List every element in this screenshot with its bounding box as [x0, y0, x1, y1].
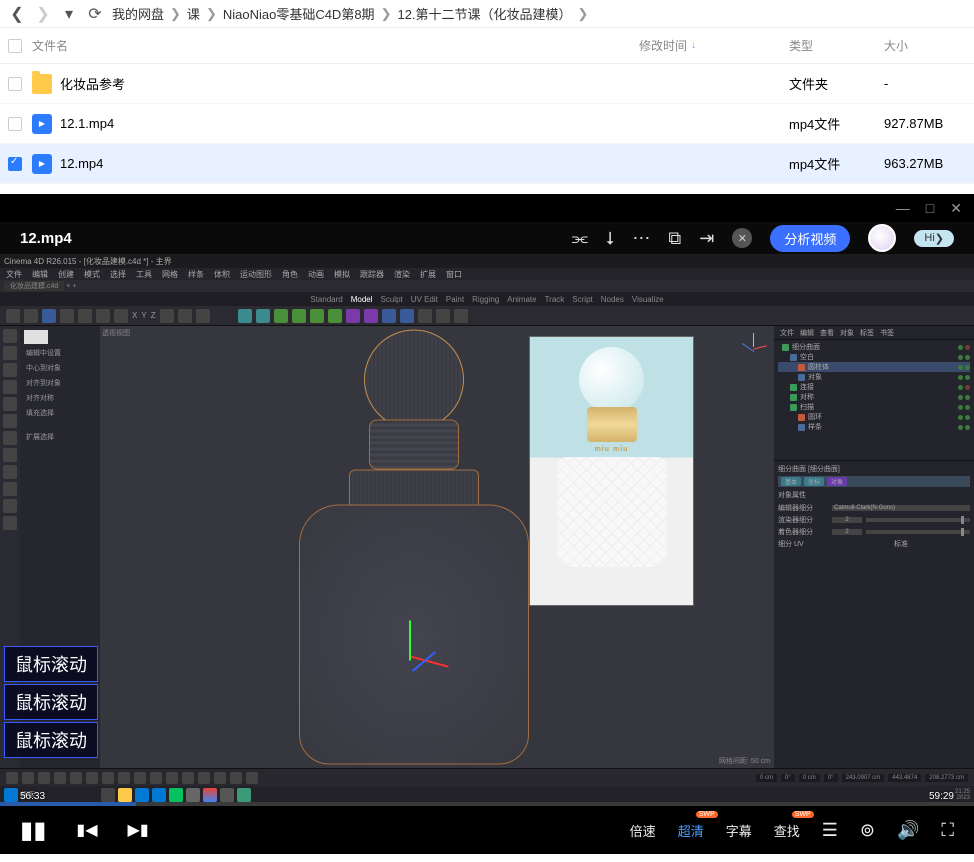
crumb-3[interactable]: 12.第十二节课（化妆品建模） [397, 4, 571, 23]
chevron-right-icon: ❯ [381, 6, 392, 22]
fullscreen-icon[interactable]: ⛶ [941, 820, 954, 841]
video-icon [32, 114, 52, 134]
find-button[interactable]: 查找 SWP [774, 821, 800, 840]
object-tree: 细分曲面 空白 圆柱体 对象 连接 对称 扫描 圆环 样条 [774, 340, 974, 460]
sort-down-icon: ↓ [691, 40, 696, 51]
analyze-video-button[interactable]: 分析视频 [770, 225, 850, 252]
chevron-right-icon: ❯ [578, 6, 589, 22]
chevron-right-icon: ❯ [206, 6, 217, 22]
folder-icon [32, 74, 52, 94]
time-current: 56:33 [20, 791, 45, 802]
more-icon[interactable]: ⋯ [632, 228, 650, 249]
download-icon[interactable]: ⭣ [606, 228, 614, 249]
annotation-scroll: 鼠标滚动 [4, 646, 98, 682]
time-total: 59:29 [929, 791, 954, 802]
chevron-right-icon: ❯ [170, 6, 181, 22]
playlist-icon[interactable]: ☰ [822, 820, 838, 841]
video-header: 12.mp4 ⫘ ⭣ ⋯ ⧉ ⇥ ✕ 分析视频 Hi ❯ [0, 222, 974, 254]
column-modified-label: 修改时间 [639, 37, 687, 54]
column-name[interactable]: 文件名 [28, 37, 639, 54]
file-type: mp4文件 [789, 114, 884, 133]
c4d-screenshot: Cinema 4D R26.015 - [化妆品建模.c4d *] - 主界 文… [0, 254, 974, 804]
minimize-button[interactable]: — [896, 200, 910, 216]
c4d-bottombar: 0 cm0° 0 cm0° 243.0907 cm443.4874 208.27… [0, 768, 974, 786]
bottle-3d-model [299, 330, 529, 765]
c4d-document-tabs: 化妆品建模.c4d×+ [0, 280, 974, 292]
collapse-icon[interactable]: ⇥ [699, 228, 714, 249]
crumb-1[interactable]: 课 [187, 4, 200, 23]
file-name: 12.1.mp4 [60, 116, 114, 131]
c4d-toolbar: XYZ [0, 306, 974, 326]
avatar-icon[interactable] [868, 224, 896, 252]
c4d-modebar: StandardModel SculptUV EditPaint Rigging… [0, 292, 974, 306]
c4d-menubar: 文件编辑创建 模式选择工具 网格样条体积 运动图形角色动画 模拟跟踪器渲染 扩展… [0, 268, 974, 280]
axis-widget-icon [738, 332, 768, 362]
column-modified[interactable]: 修改时间 ↓ [639, 37, 789, 54]
file-row[interactable]: 化妆品参考 文件夹 - [0, 64, 974, 104]
dismiss-button[interactable]: ✕ [732, 228, 752, 248]
video-title: 12.mp4 [20, 230, 72, 247]
share-icon[interactable]: ⫘ [572, 228, 588, 249]
file-type: mp4文件 [789, 154, 884, 173]
select-all-checkbox[interactable] [8, 39, 22, 53]
reference-image: miu miu [529, 336, 694, 606]
c4d-viewport: 透视视图 miu miu [100, 326, 774, 768]
video-player: — □ ✕ 12.mp4 ⫘ ⭣ ⋯ ⧉ ⇥ ✕ 分析视频 Hi ❯ Cinem… [0, 194, 974, 854]
video-icon [32, 154, 52, 174]
window-controls: — □ ✕ [0, 194, 974, 222]
hi-badge[interactable]: Hi ❯ [914, 230, 954, 247]
file-size: 927.87MB [884, 116, 974, 131]
dropdown-button[interactable]: ▾ [60, 5, 78, 23]
close-button[interactable]: ✕ [950, 200, 962, 217]
player-controls: ▮▮ ▮◀ ▶▮ 倍速 超清 SWP 字幕 查找 SWP ☰ ⊚ 🔊 ⛶ [0, 806, 974, 854]
next-button[interactable]: ▶▮ [128, 820, 149, 840]
prev-button[interactable]: ▮◀ [76, 820, 97, 840]
settings-icon[interactable]: ⊚ [860, 820, 875, 841]
c4d-titlebar: Cinema 4D R26.015 - [化妆品建模.c4d *] - 主界 [0, 254, 974, 268]
top-nav: ❮ ❯ ▾ ⟳ 我的网盘 ❯ 课 ❯ NiaoNiao零基础C4D第8期 ❯ 1… [0, 0, 974, 28]
file-list-header: 文件名 修改时间 ↓ 类型 大小 [0, 28, 974, 64]
file-type: 文件夹 [789, 74, 884, 93]
file-row[interactable]: 12.1.mp4 mp4文件 927.87MB [0, 104, 974, 144]
column-type[interactable]: 类型 [789, 37, 884, 54]
c4d-right-panels: 文件编辑 查看对象 标签书签 细分曲面 空白 圆柱体 对象 连接 对称 扫描 圆… [774, 326, 974, 768]
file-name: 12.mp4 [60, 156, 103, 171]
file-size: - [884, 76, 974, 91]
row-checkbox[interactable] [8, 157, 22, 171]
file-name: 化妆品参考 [60, 74, 125, 93]
speed-button[interactable]: 倍速 [630, 821, 656, 840]
annotation-scroll: 鼠标滚动 [4, 684, 98, 720]
pause-button[interactable]: ▮▮ [20, 816, 46, 845]
file-size: 963.27MB [884, 156, 974, 171]
quality-button[interactable]: 超清 SWP [678, 821, 704, 840]
annotation-scroll: 鼠标滚动 [4, 722, 98, 758]
pip-icon[interactable]: ⧉ [668, 228, 681, 249]
forward-button[interactable]: ❯ [34, 5, 52, 23]
file-row[interactable]: 12.mp4 mp4文件 963.27MB [0, 144, 974, 184]
refresh-button[interactable]: ⟳ [86, 5, 104, 23]
column-size[interactable]: 大小 [884, 37, 974, 54]
attributes-panel: 细分曲面 [细分曲面] 基本 坐标 对象 对象属性 编辑器细分Catmull-C… [774, 460, 974, 768]
row-checkbox[interactable] [8, 117, 22, 131]
breadcrumb: 我的网盘 ❯ 课 ❯ NiaoNiao零基础C4D第8期 ❯ 12.第十二节课（… [112, 4, 588, 23]
back-button[interactable]: ❮ [8, 5, 26, 23]
subtitle-button[interactable]: 字幕 [726, 821, 752, 840]
crumb-root[interactable]: 我的网盘 [112, 4, 164, 23]
volume-icon[interactable]: 🔊 [897, 820, 919, 841]
maximize-button[interactable]: □ [926, 200, 934, 216]
crumb-2[interactable]: NiaoNiao零基础C4D第8期 [223, 4, 375, 23]
row-checkbox[interactable] [8, 77, 22, 91]
